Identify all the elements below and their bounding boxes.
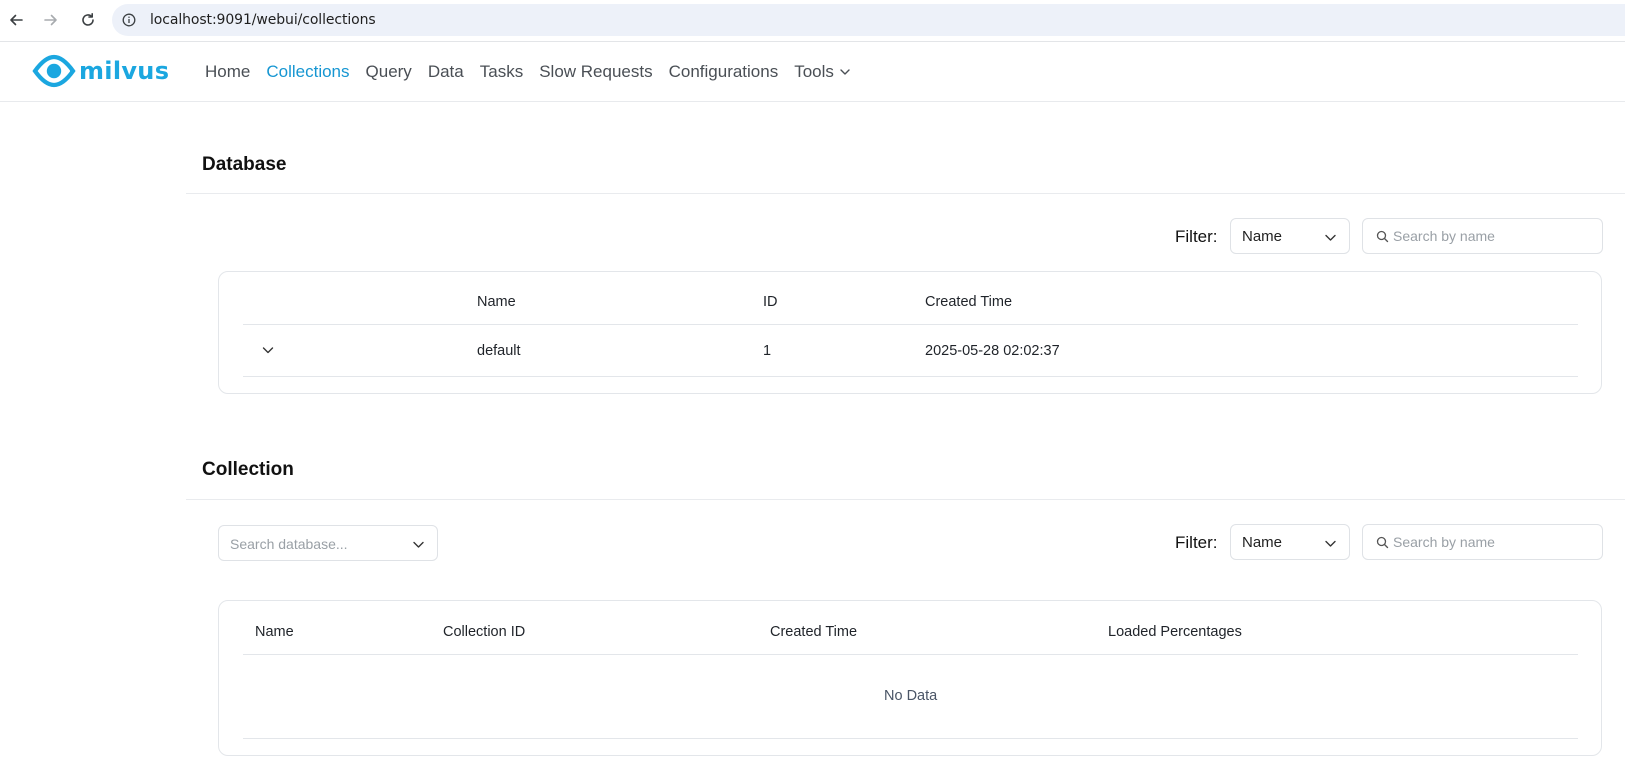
browser-toolbar: localhost:9091/webui/collections bbox=[0, 0, 1625, 42]
collection-section-title: Collection bbox=[202, 459, 294, 480]
column-header-created-time[interactable]: Created Time bbox=[925, 294, 1012, 310]
column-header-collection-id[interactable]: Collection ID bbox=[443, 624, 525, 640]
nav-query[interactable]: Query bbox=[366, 62, 412, 82]
collection-filter-label: Filter: bbox=[1175, 533, 1218, 552]
nav-collections[interactable]: Collections bbox=[266, 62, 349, 82]
nav-tools[interactable]: Tools bbox=[794, 62, 851, 82]
nav-tasks[interactable]: Tasks bbox=[480, 62, 523, 82]
collection-search[interactable] bbox=[1362, 524, 1603, 560]
chevron-down-icon bbox=[413, 541, 424, 548]
column-header-loaded-percentages[interactable]: Loaded Percentages bbox=[1108, 624, 1242, 640]
logo[interactable]: milvus bbox=[32, 54, 169, 88]
cell-created-time: 2025-05-28 02:02:37 bbox=[925, 343, 1060, 359]
divider bbox=[186, 499, 1625, 500]
milvus-logo-icon bbox=[32, 54, 76, 88]
forward-button[interactable] bbox=[40, 9, 62, 31]
row-divider bbox=[243, 738, 1578, 739]
search-icon bbox=[1376, 230, 1389, 243]
chevron-down-icon bbox=[1325, 540, 1336, 547]
arrow-right-icon bbox=[44, 14, 57, 26]
url-text: localhost:9091/webui/collections bbox=[150, 12, 376, 28]
nav-slow-requests[interactable]: Slow Requests bbox=[539, 62, 652, 82]
header-divider bbox=[243, 654, 1578, 655]
column-header-name[interactable]: Name bbox=[477, 294, 516, 310]
database-filter-value: Name bbox=[1242, 228, 1283, 245]
database-section-title: Database bbox=[202, 154, 287, 175]
nav-home[interactable]: Home bbox=[205, 62, 250, 82]
search-icon bbox=[1376, 536, 1389, 549]
chevron-down-icon bbox=[1325, 234, 1336, 241]
back-button[interactable] bbox=[5, 9, 27, 31]
column-header-name[interactable]: Name bbox=[255, 624, 294, 640]
reload-icon bbox=[82, 13, 94, 26]
column-header-id[interactable]: ID bbox=[763, 294, 778, 310]
address-bar[interactable]: localhost:9091/webui/collections bbox=[112, 4, 1625, 36]
chevron-down-icon[interactable] bbox=[261, 343, 275, 357]
nav-tools-label: Tools bbox=[794, 62, 834, 81]
database-selector-input[interactable] bbox=[230, 533, 400, 555]
chevron-down-icon bbox=[840, 69, 850, 75]
nav-data[interactable]: Data bbox=[428, 62, 464, 82]
collection-table: Name Collection ID Created Time Loaded P… bbox=[218, 600, 1602, 756]
nav-configurations[interactable]: Configurations bbox=[669, 62, 779, 82]
empty-state-text: No Data bbox=[884, 688, 938, 704]
cell-name: default bbox=[477, 343, 521, 359]
database-search[interactable] bbox=[1362, 218, 1603, 254]
divider bbox=[186, 193, 1625, 194]
info-icon[interactable] bbox=[122, 13, 136, 27]
cell-id: 1 bbox=[763, 343, 772, 359]
database-search-input[interactable] bbox=[1393, 225, 1593, 247]
collection-filter-select[interactable]: Name bbox=[1230, 524, 1350, 560]
database-filter-select[interactable]: Name bbox=[1230, 218, 1350, 254]
collection-search-input[interactable] bbox=[1393, 531, 1593, 553]
database-filter-label: Filter: bbox=[1175, 227, 1218, 246]
database-table: Name ID Created Time default 1 2025-05-2… bbox=[218, 271, 1602, 394]
reload-button[interactable] bbox=[77, 9, 99, 31]
column-header-created-time[interactable]: Created Time bbox=[770, 624, 857, 640]
main-nav: Home Collections Query Data Tasks Slow R… bbox=[205, 62, 867, 82]
header-divider bbox=[243, 324, 1578, 325]
app-header: milvus Home Collections Query Data Tasks… bbox=[0, 42, 1625, 102]
database-selector[interactable] bbox=[218, 525, 438, 561]
collection-filter-value: Name bbox=[1242, 534, 1283, 551]
brand-name: milvus bbox=[79, 57, 170, 85]
row-divider bbox=[243, 376, 1578, 377]
arrow-left-icon bbox=[10, 14, 23, 26]
